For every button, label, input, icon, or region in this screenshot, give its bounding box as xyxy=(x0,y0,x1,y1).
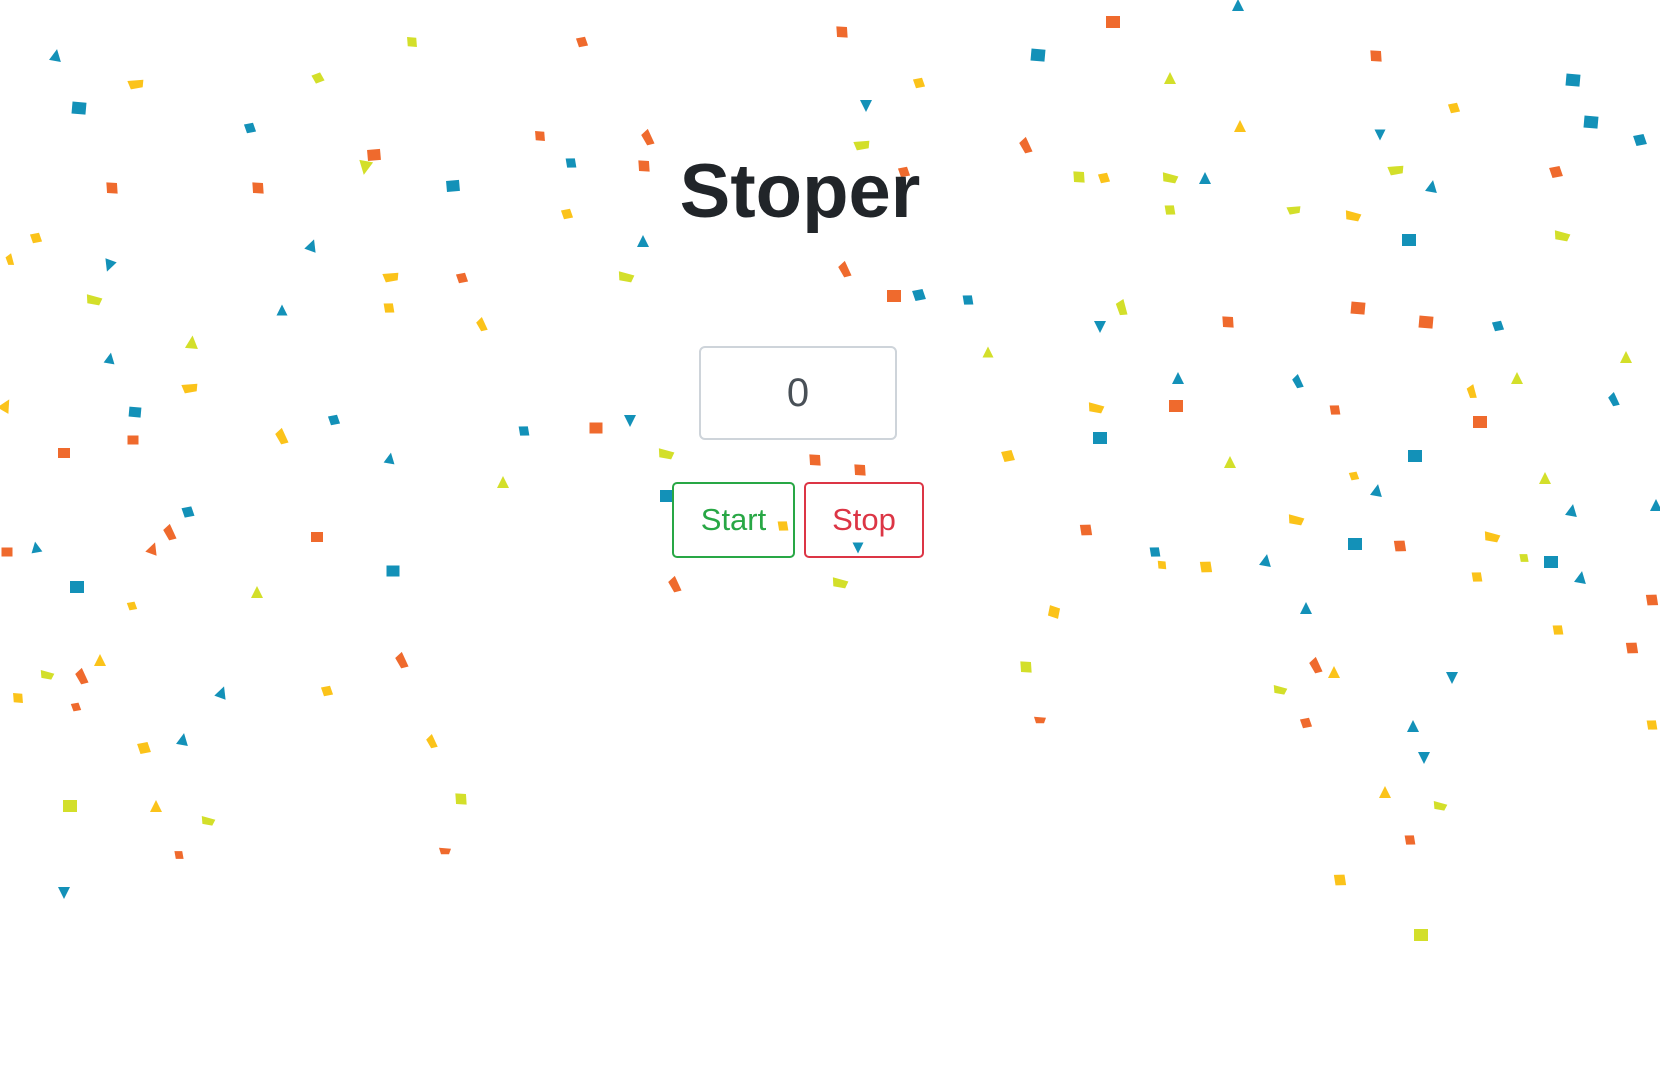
start-button[interactable]: Start xyxy=(672,482,795,558)
stopwatch-app: Stoper Start Stop xyxy=(0,0,1660,1086)
page-title: Stoper xyxy=(679,149,921,234)
counter-display[interactable] xyxy=(699,346,897,440)
stop-button[interactable]: Stop xyxy=(804,482,924,558)
